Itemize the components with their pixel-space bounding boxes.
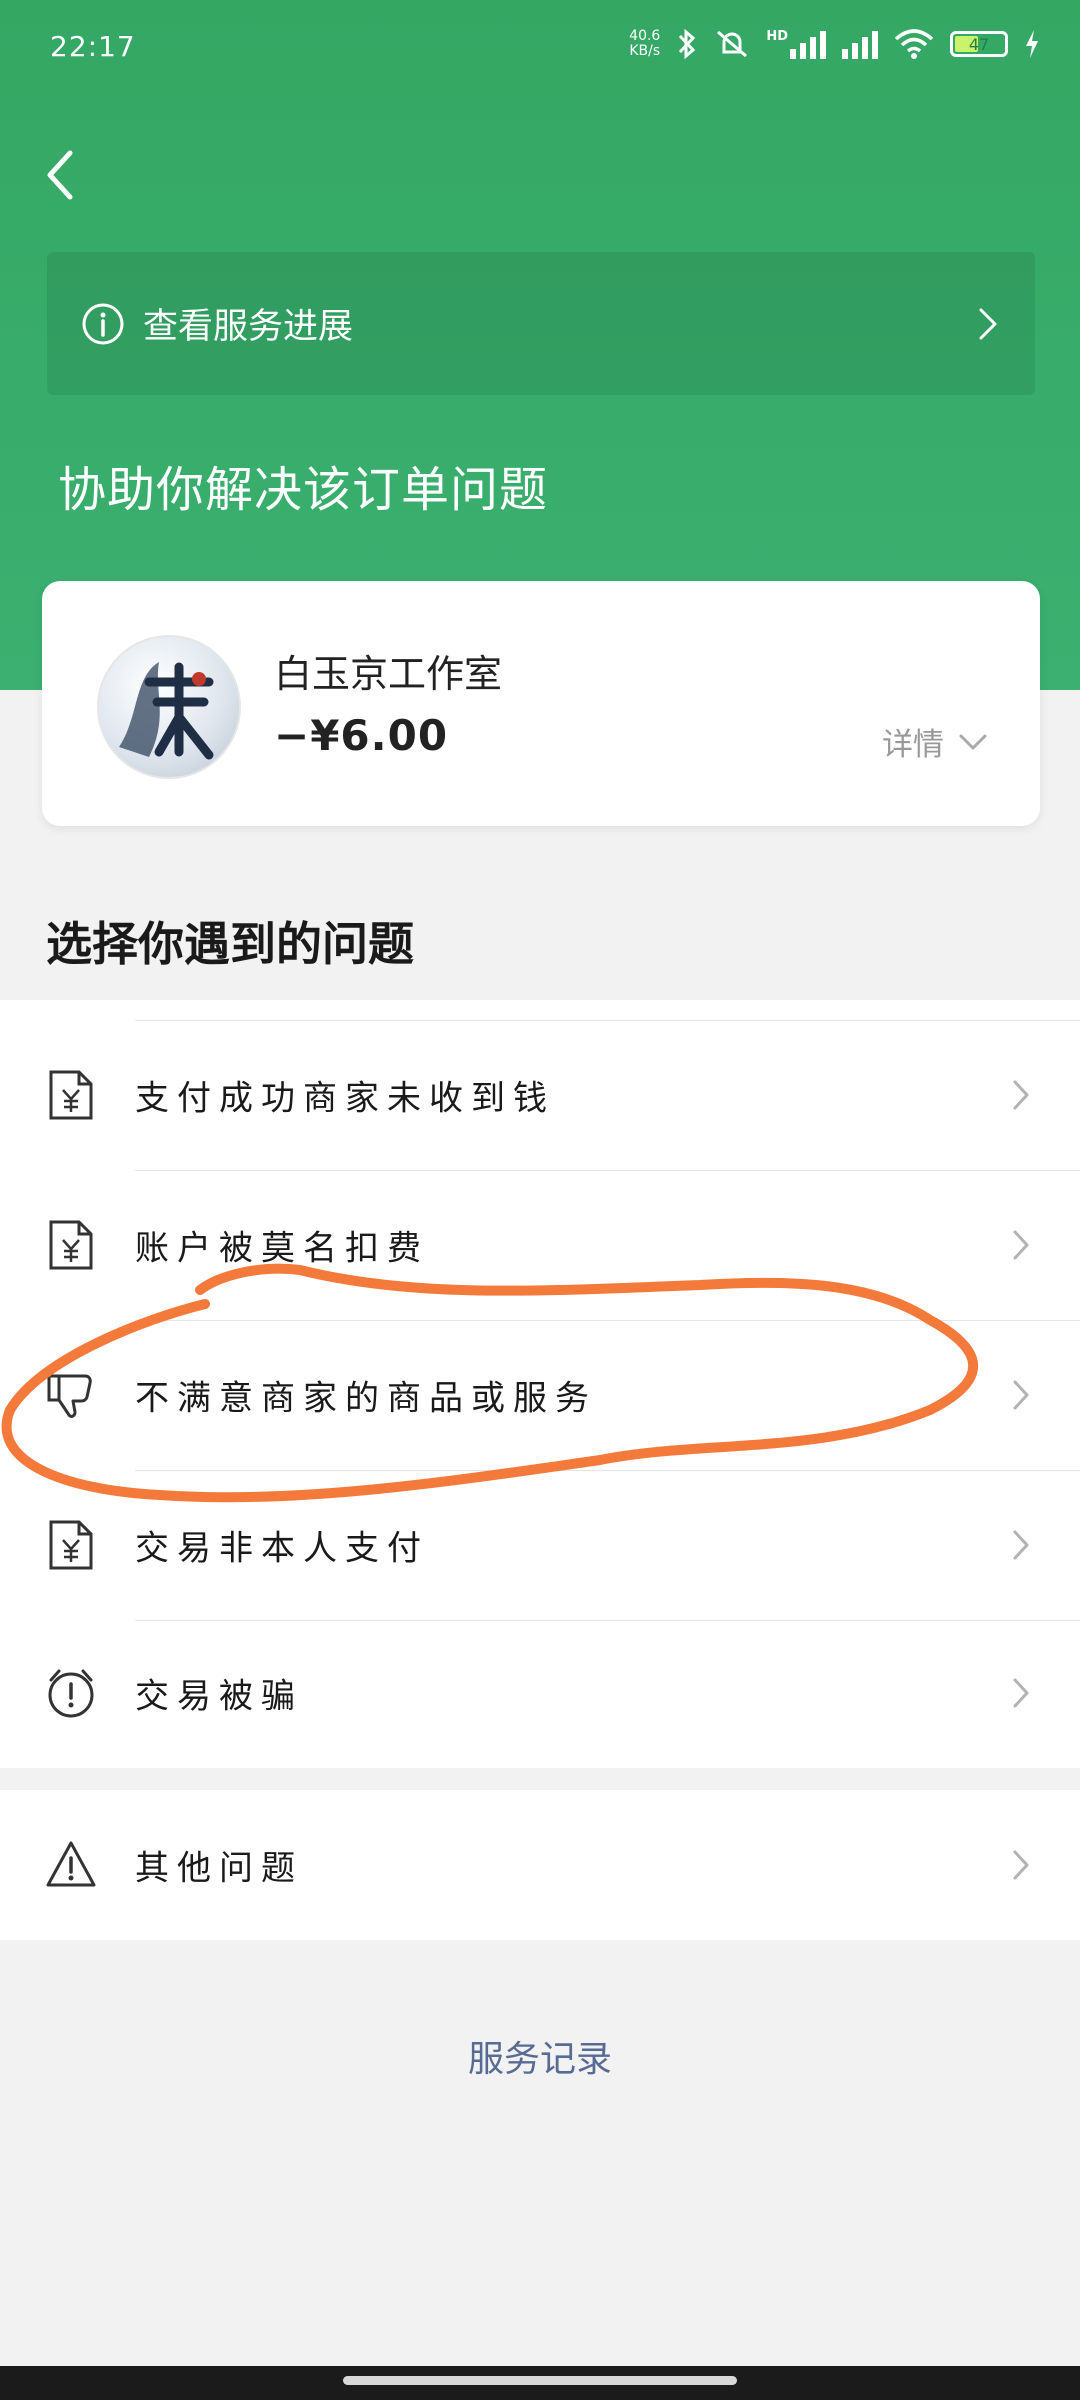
network-speed-value: 40.6 xyxy=(629,28,661,44)
merchant-avatar xyxy=(97,635,241,779)
info-icon xyxy=(82,303,124,344)
other-problem-group: 其他问题 xyxy=(0,1790,1080,1940)
home-gesture-handle[interactable] xyxy=(343,2376,737,2385)
chevron-right-icon xyxy=(1013,1080,1029,1110)
chevron-right-icon xyxy=(1013,1380,1029,1410)
charging-icon xyxy=(1026,30,1038,58)
chevron-right-icon xyxy=(1013,1850,1029,1880)
problem-label: 账户被莫名扣费 xyxy=(135,1228,429,1269)
mute-icon xyxy=(717,30,748,58)
details-toggle[interactable]: 详情 xyxy=(882,719,988,764)
yuan-document-icon xyxy=(49,1520,93,1570)
chevron-right-icon xyxy=(1013,1230,1029,1260)
problem-item-not-self-paid[interactable]: 交易非本人支付 xyxy=(0,1470,1080,1620)
yuan-document-icon xyxy=(49,1070,93,1120)
status-time: 22:17 xyxy=(50,30,136,63)
thumbs-down-icon xyxy=(47,1374,92,1418)
signal-icon-2 xyxy=(842,29,878,59)
merchant-name: 白玉京工作室 xyxy=(274,652,503,696)
service-record-link[interactable]: 服务记录 xyxy=(0,2030,1080,2082)
problem-item-payment-not-received[interactable]: 支付成功商家未收到钱 xyxy=(0,1020,1080,1170)
yuan-document-icon xyxy=(49,1220,93,1270)
chevron-left-icon xyxy=(47,150,73,200)
service-progress-banner[interactable]: 查看服务进展 xyxy=(47,252,1035,395)
problem-item-unsatisfied[interactable]: 不满意商家的商品或服务 xyxy=(0,1320,1080,1470)
network-type: HD xyxy=(766,29,788,44)
bluetooth-icon xyxy=(679,28,696,60)
warning-icon xyxy=(46,1841,96,1887)
status-bar: 22:17 40.6 KB/s HD 47 xyxy=(0,0,1080,100)
chevron-right-icon xyxy=(1013,1678,1029,1708)
service-progress-label: 查看服务进展 xyxy=(143,307,354,347)
chevron-right-icon xyxy=(979,308,997,339)
problem-label: 其他问题 xyxy=(135,1848,303,1889)
problem-item-unknown-charge[interactable]: 账户被莫名扣费 xyxy=(0,1170,1080,1320)
problem-label: 支付成功商家未收到钱 xyxy=(135,1078,555,1119)
problem-label: 交易被骗 xyxy=(135,1676,303,1717)
wifi-icon xyxy=(894,29,934,59)
chevron-down-icon xyxy=(959,734,987,749)
order-amount: −¥6.00 xyxy=(274,711,449,760)
back-button[interactable] xyxy=(40,145,80,205)
chevron-right-icon xyxy=(1013,1530,1029,1560)
alarm-icon xyxy=(48,1669,94,1718)
battery-level: 47 xyxy=(968,34,990,54)
problem-item-scammed[interactable]: 交易被骗 xyxy=(0,1618,1080,1768)
problem-label: 不满意商家的商品或服务 xyxy=(135,1378,597,1419)
problem-label: 交易非本人支付 xyxy=(135,1528,429,1569)
section-title: 选择你遇到的问题 xyxy=(46,917,414,971)
problem-list: 支付成功商家未收到钱 账户被莫名扣费 不满意商家的商品或服务 交易非本人支付 交… xyxy=(0,1000,1080,1768)
page-title: 协助你解决该订单问题 xyxy=(58,462,549,518)
problem-item-other[interactable]: 其他问题 xyxy=(0,1790,1080,1940)
details-label: 详情 xyxy=(882,727,944,763)
signal-icon-1 xyxy=(790,29,826,59)
network-speed-unit: KB/s xyxy=(629,43,661,59)
battery-icon: 47 xyxy=(950,31,1008,57)
network-speed: 40.6 KB/s xyxy=(629,29,660,59)
status-icons: 40.6 KB/s HD 47 xyxy=(629,28,1040,60)
order-card: 白玉京工作室 −¥6.00 详情 xyxy=(42,581,1040,826)
